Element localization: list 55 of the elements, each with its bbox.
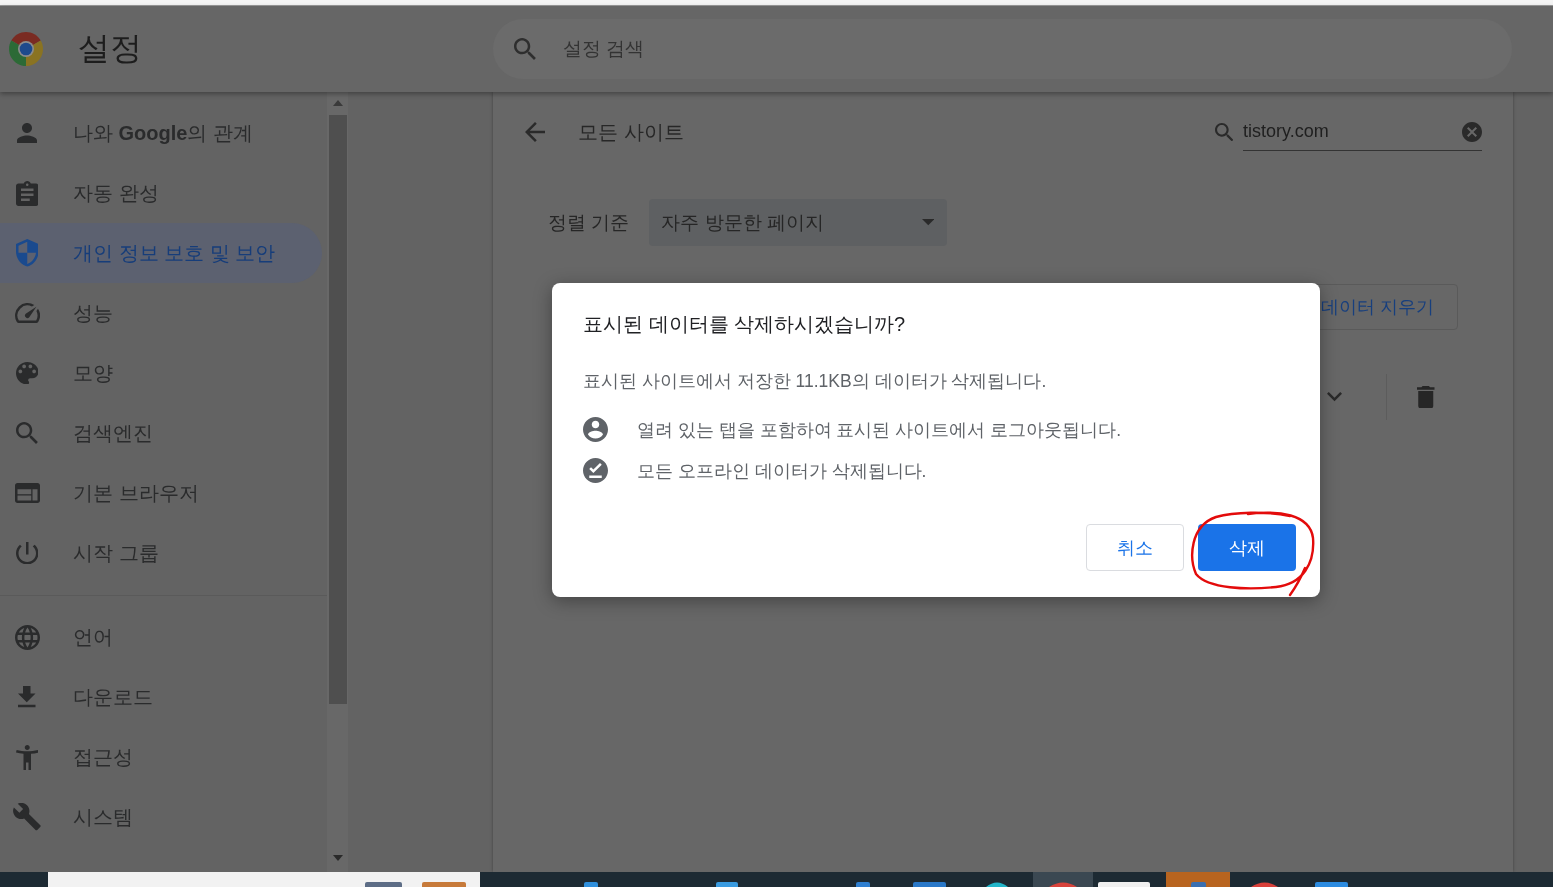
search-input[interactable]: 설정 검색 [562,38,1263,60]
consequence-text: 열려 있는 탭을 포함하여 표시된 사이트에서 로그아웃됩니다. [637,418,1122,442]
search-icon [514,38,536,60]
close-icon [1462,121,1482,142]
sidebar-item[interactable]: 시작 그룹 [0,523,322,583]
sidebar-item[interactable]: 모양 [0,343,322,403]
browser-window-icon [14,483,40,503]
taskbar-button[interactable] [1033,872,1093,887]
sidebar-item[interactable]: 접근성 [0,727,322,787]
search-icon [16,422,38,444]
palette-icon [15,361,39,385]
scroll-up-arrow-icon[interactable] [332,100,343,106]
accessibility-icon [15,744,39,770]
person-icon [17,123,37,143]
sidebar-item[interactable]: 검색엔진 [0,403,322,463]
browser-logo-icon [9,32,43,66]
sidebar-item[interactable]: 언어 [0,607,322,667]
sidebar-item[interactable]: 성능 [0,283,322,343]
wrench-icon [13,803,41,831]
cancel-button[interactable]: 취소 [1086,524,1184,571]
scrollbar-thumb[interactable] [328,115,347,704]
clear-button[interactable] [1462,121,1482,142]
globe-icon [14,624,40,650]
dialog-title: 표시된 데이터를 삭제하시겠습니까? [583,312,906,337]
sort-label: 정렬 기준 [548,210,630,235]
scroll-down-arrow-icon[interactable] [332,855,343,861]
sidebar-item[interactable]: 개인 정보 보호 및 보안 [0,223,322,283]
dialog-message: 표시된 사이트에서 저장한 11.1KB의 데이터가 삭제됩니다. [583,370,1047,393]
app-icon[interactable] [986,882,1008,887]
consequence-text: 모든 오프라인 데이터가 삭제됩니다. [637,459,927,483]
sidebar-item[interactable]: 기본 브라우저 [0,463,322,523]
chevron-down-icon [1326,392,1342,402]
delete-confirm-button[interactable]: 삭제 [1198,524,1296,571]
sidebar-item[interactable]: 다운로드 [0,667,322,727]
search-icon [1214,122,1233,142]
gauge-icon [14,303,40,323]
page-title: 모든 사이트 [578,119,684,145]
power-icon [15,541,39,565]
download-icon [18,686,36,708]
app-icon[interactable] [1251,882,1278,887]
sidebar-item[interactable]: 시스템 [0,787,322,847]
sidebar-item[interactable]: 자동 완성 [0,163,322,223]
back-arrow-icon [525,122,545,142]
page-heading: 설정 [78,29,142,68]
sort-dropdown[interactable]: 자주 방문한 페이지 [649,199,948,246]
trash-icon [1417,385,1435,409]
back-button[interactable] [525,122,545,142]
filter-field[interactable]: tistory.com [1243,116,1448,147]
search-bar[interactable]: 설정 검색 [493,19,1512,79]
shield-icon [15,239,39,267]
sidebar-item[interactable]: 나와 Google의 관계 [0,103,322,163]
clipboard-icon [15,180,39,206]
taskbar-button[interactable] [1166,872,1230,887]
caret-icon [921,219,935,226]
scrollbar[interactable] [327,92,348,872]
